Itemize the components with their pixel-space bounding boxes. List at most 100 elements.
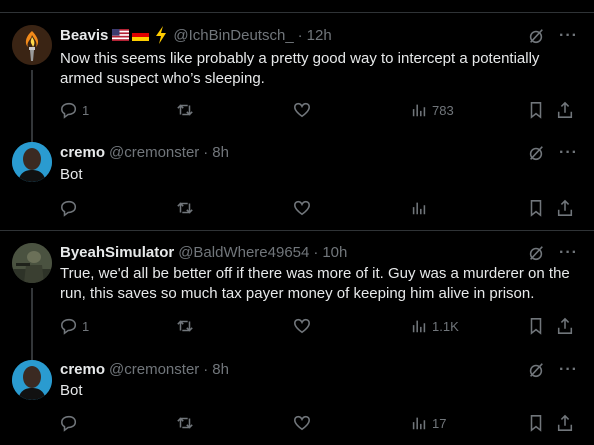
- reply-button[interactable]: [60, 414, 82, 432]
- handle[interactable]: @BaldWhere49654: [178, 244, 309, 261]
- reply-button[interactable]: [60, 199, 82, 217]
- view-count: 17: [432, 415, 447, 431]
- share-icon: [557, 414, 573, 431]
- heart-icon: [294, 415, 310, 431]
- share-icon: [557, 101, 573, 118]
- like-button[interactable]: [293, 317, 311, 335]
- reply-icon: [61, 102, 77, 119]
- display-name[interactable]: ByeahSimulator: [60, 244, 174, 261]
- us-flag-icon: [112, 29, 130, 41]
- view-count: 1.1K: [432, 318, 459, 334]
- thread-line: [31, 70, 33, 130]
- handle[interactable]: @cremonster: [109, 361, 199, 378]
- reply-button[interactable]: 1: [60, 101, 89, 119]
- like-button[interactable]: [293, 414, 311, 432]
- retweet-icon: [177, 320, 193, 332]
- reply-button[interactable]: 1: [60, 317, 89, 335]
- grok-icon[interactable]: [527, 244, 545, 262]
- timestamp[interactable]: 8h: [212, 144, 229, 161]
- tweet-beavis[interactable]: Beavis @IchBinDeutsch_ · 12h ··· Now thi…: [0, 0, 594, 130]
- bookmark-icon: [530, 415, 542, 432]
- retweet-icon: [177, 202, 193, 214]
- views-button[interactable]: 1.1K: [410, 317, 459, 335]
- share-button[interactable]: [556, 414, 574, 432]
- bookmark-button[interactable]: [527, 199, 545, 217]
- timestamp[interactable]: 10h: [322, 244, 347, 261]
- reply-icon: [61, 200, 77, 217]
- views-button[interactable]: [410, 199, 432, 217]
- tweet-byeahsimulator[interactable]: ByeahSimulator @BaldWhere49654 · 10h ···…: [0, 231, 594, 350]
- action-bar: 17: [60, 414, 578, 434]
- retweet-icon: [177, 104, 193, 116]
- views-button[interactable]: 783: [410, 101, 454, 119]
- timestamp[interactable]: 12h: [307, 27, 332, 44]
- heart-icon: [294, 318, 310, 334]
- soldier-avatar-icon: [12, 243, 52, 283]
- handle[interactable]: @cremonster: [109, 144, 199, 161]
- tweet-cremo-2[interactable]: cremo @cremonster · 8h ··· Bot 17: [0, 350, 594, 445]
- more-icon[interactable]: ···: [559, 362, 578, 378]
- avatar[interactable]: [12, 360, 52, 400]
- tweet-text: Bot: [60, 166, 83, 183]
- grok-icon[interactable]: [527, 144, 545, 162]
- retweet-button[interactable]: [176, 414, 194, 432]
- views-chart-icon: [412, 202, 426, 215]
- lightning-bolt-icon: [156, 26, 167, 44]
- header-icons: ···: [527, 27, 578, 45]
- thread-line: [31, 288, 33, 350]
- action-bar: 1 783: [60, 101, 578, 121]
- bookmark-button[interactable]: [527, 414, 545, 432]
- grok-icon[interactable]: [527, 27, 545, 45]
- more-icon[interactable]: ···: [559, 245, 578, 261]
- share-button[interactable]: [556, 317, 574, 335]
- views-chart-icon: [412, 104, 426, 117]
- flaming-torch-avatar-icon: [12, 25, 52, 65]
- bookmark-button[interactable]: [527, 101, 545, 119]
- retweet-button[interactable]: [176, 101, 194, 119]
- like-button[interactable]: [293, 101, 311, 119]
- bookmark-button[interactable]: [527, 317, 545, 335]
- more-icon[interactable]: ···: [559, 28, 578, 44]
- grok-icon[interactable]: [527, 361, 545, 379]
- more-icon[interactable]: ···: [559, 145, 578, 161]
- tweet-header: cremo @cremonster · 8h: [60, 359, 229, 379]
- avatar[interactable]: [12, 142, 52, 182]
- german-flag-icon: [132, 29, 150, 41]
- display-name[interactable]: Beavis: [60, 27, 108, 44]
- tweet-header: ByeahSimulator @BaldWhere49654 · 10h: [60, 242, 347, 262]
- view-count: 783: [432, 102, 454, 118]
- reply-count: 1: [82, 102, 90, 118]
- timestamp[interactable]: 8h: [212, 361, 229, 378]
- bookmark-icon: [530, 318, 542, 335]
- header-icons: ···: [527, 144, 578, 162]
- like-button[interactable]: [293, 199, 311, 217]
- action-bar: 1 1.1K: [60, 317, 578, 337]
- thread-line: [31, 130, 33, 142]
- thread-line: [31, 350, 33, 360]
- reply-icon: [61, 318, 77, 335]
- separator-dot: ·: [297, 26, 303, 44]
- tweet-header: Beavis @IchBinDeutsch_ · 12h: [60, 25, 332, 45]
- retweet-button[interactable]: [176, 317, 194, 335]
- retweet-button[interactable]: [176, 199, 194, 217]
- share-button[interactable]: [556, 199, 574, 217]
- tweet-cremo[interactable]: cremo @cremonster · 8h ··· Bot: [0, 130, 594, 230]
- views-button[interactable]: 17: [410, 414, 446, 432]
- separator-dot: ·: [313, 243, 319, 261]
- avatar[interactable]: [12, 243, 52, 283]
- heart-icon: [294, 200, 310, 216]
- header-icons: ···: [527, 361, 578, 379]
- views-chart-icon: [412, 320, 426, 333]
- person-avatar-icon: [12, 360, 52, 400]
- display-name[interactable]: cremo: [60, 144, 105, 161]
- handle[interactable]: @IchBinDeutsch_: [173, 27, 293, 44]
- person-avatar-icon: [12, 142, 52, 182]
- share-icon: [557, 317, 573, 334]
- tweet-header: cremo @cremonster · 8h: [60, 142, 229, 162]
- bookmark-icon: [530, 200, 542, 217]
- avatar[interactable]: [12, 25, 52, 65]
- share-button[interactable]: [556, 101, 574, 119]
- reply-icon: [61, 415, 77, 432]
- tweet-text: Now this seems like probably a pretty go…: [60, 50, 540, 87]
- display-name[interactable]: cremo: [60, 361, 105, 378]
